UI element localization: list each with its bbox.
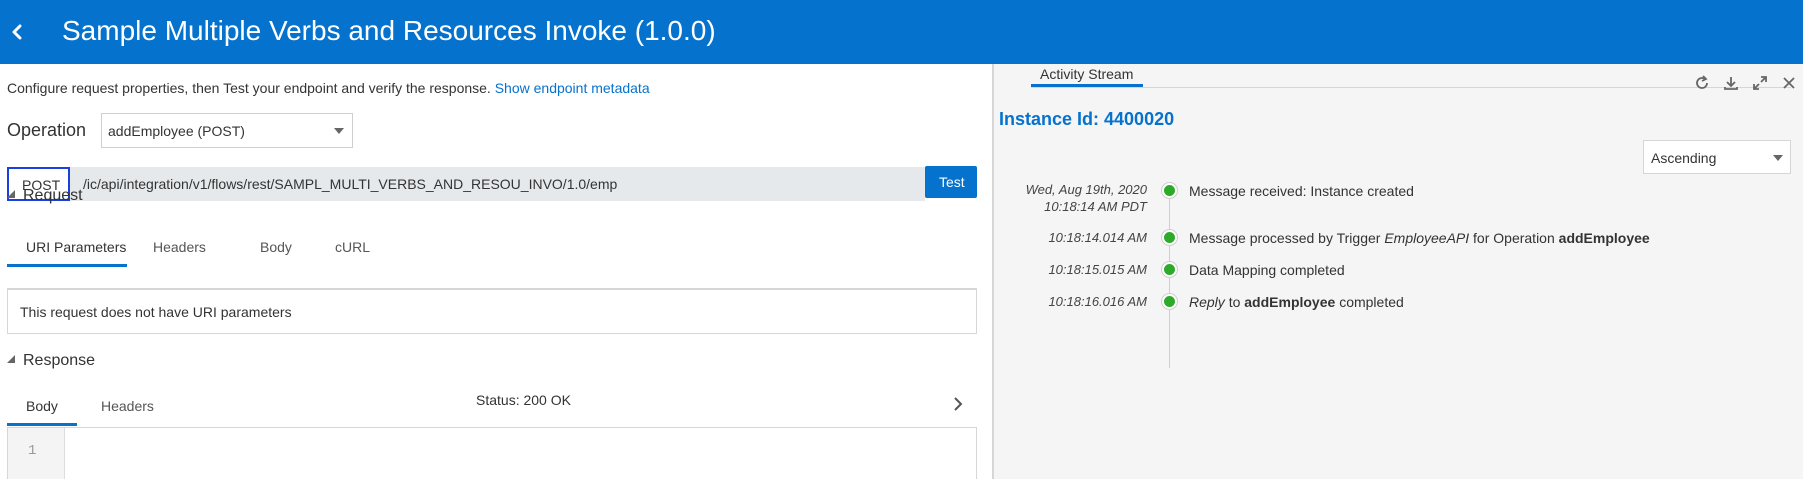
event-message: Message processed by Trigger EmployeeAPI… [1189,230,1650,246]
status-value: 200 OK [523,392,571,408]
event-trigger-name: EmployeeAPI [1384,230,1470,246]
event-status-dot [1162,294,1177,309]
operation-select[interactable]: addEmployee (POST) [101,113,353,148]
test-button-label: Test [939,174,965,190]
tester-panel: Configure request properties, then Test … [0,64,992,479]
tab-label: cURL [335,239,371,255]
collapse-triangle-icon [7,190,15,198]
sort-order-value: Ascending [1651,150,1717,166]
event-timestamp: Wed, Aug 19th, 2020 10:18:14 AM PDT [1026,182,1147,214]
event-message: Message received: Instance created [1189,183,1414,199]
tab-request-headers[interactable]: Headers [153,227,223,267]
request-tabs: URI Parameters Headers Body cURL [7,227,977,267]
tab-label: Body [260,239,292,255]
expand-icon[interactable] [1751,74,1769,92]
line-number-gutter: 1 [8,428,65,479]
event-time: 10:18:14 AM PDT [1044,199,1147,214]
response-section-title: Response [23,352,96,369]
close-icon[interactable] [1780,74,1798,92]
event-text: for Operation [1473,230,1555,246]
download-icon[interactable] [1722,74,1740,92]
refresh-icon[interactable] [1693,74,1711,92]
caret-down-icon [1773,155,1783,161]
chevron-left-icon [12,24,22,40]
status-label: Status: [476,392,520,408]
event-operation-name: addEmployee [1244,294,1336,310]
request-section-title: Request [23,187,83,204]
uri-params-message-box: This request does not have URI parameter… [7,289,977,334]
event-operation-name: addEmployee [1558,230,1650,246]
endpoint-url: /ic/api/integration/v1/flows/rest/SAMPL_… [83,176,618,192]
tab-response-body[interactable]: Body [7,386,77,426]
uri-params-message: This request does not have URI parameter… [20,304,292,320]
event-text: to [1228,294,1241,310]
show-endpoint-metadata-link[interactable]: Show endpoint metadata [495,80,650,96]
tab-label: URI Parameters [26,239,127,255]
event-status-dot [1162,230,1177,245]
chevron-right-icon[interactable] [953,397,963,411]
tab-label: Headers [101,398,154,414]
caret-down-icon [334,128,344,134]
activity-stream-panel: Activity Stream Instance Id: 4400020 Asc… [994,64,1803,479]
event-time: 10:18:16.016 AM [1048,294,1147,309]
collapse-triangle-icon [7,355,15,363]
event-time: 10:18:14.014 AM [1048,230,1147,245]
endpoint-url-bar[interactable]: /ic/api/integration/v1/flows/rest/SAMPL_… [70,167,925,201]
event-date: Wed, Aug 19th, 2020 [1025,182,1147,197]
event-time: 10:18:15.015 AM [1048,262,1147,277]
tab-uri-parameters[interactable]: URI Parameters [7,227,127,267]
operation-label: Operation [7,120,87,140]
line-number: 1 [28,443,37,459]
timeline-line [1169,193,1170,368]
intro-text: Configure request properties, then Test … [7,80,650,96]
event-status-dot [1162,262,1177,277]
request-section-header[interactable]: Request [7,187,83,205]
tab-curl[interactable]: cURL [335,227,385,267]
operation-select-value: addEmployee (POST) [108,123,245,139]
back-button[interactable] [0,0,40,64]
response-section-header[interactable]: Response [7,352,95,370]
activity-tab-divider [1031,87,1791,88]
event-message: Data Mapping completed [1189,262,1345,278]
event-reply-label: Reply [1189,294,1225,310]
response-body-editor[interactable]: 1 [7,427,977,479]
intro-label: Configure request properties, then Test … [7,80,491,96]
tab-label: Headers [153,239,206,255]
tab-activity-stream[interactable]: Activity Stream [1031,64,1144,87]
sort-order-select[interactable]: Ascending [1643,140,1791,174]
tab-request-body[interactable]: Body [260,227,310,267]
test-button[interactable]: Test [925,166,977,198]
event-status-dot [1162,183,1177,198]
tab-label: Body [26,398,58,414]
response-status: Status: 200 OK [476,392,571,408]
event-text: completed [1339,294,1404,310]
page-title: Sample Multiple Verbs and Resources Invo… [62,15,716,46]
instance-id: Instance Id: 4400020 [999,109,1175,129]
tab-response-headers[interactable]: Headers [101,386,171,426]
event-text: Message processed by Trigger [1189,230,1381,246]
event-message: Reply to addEmployee completed [1189,294,1404,310]
app-header: Sample Multiple Verbs and Resources Invo… [0,0,1803,64]
